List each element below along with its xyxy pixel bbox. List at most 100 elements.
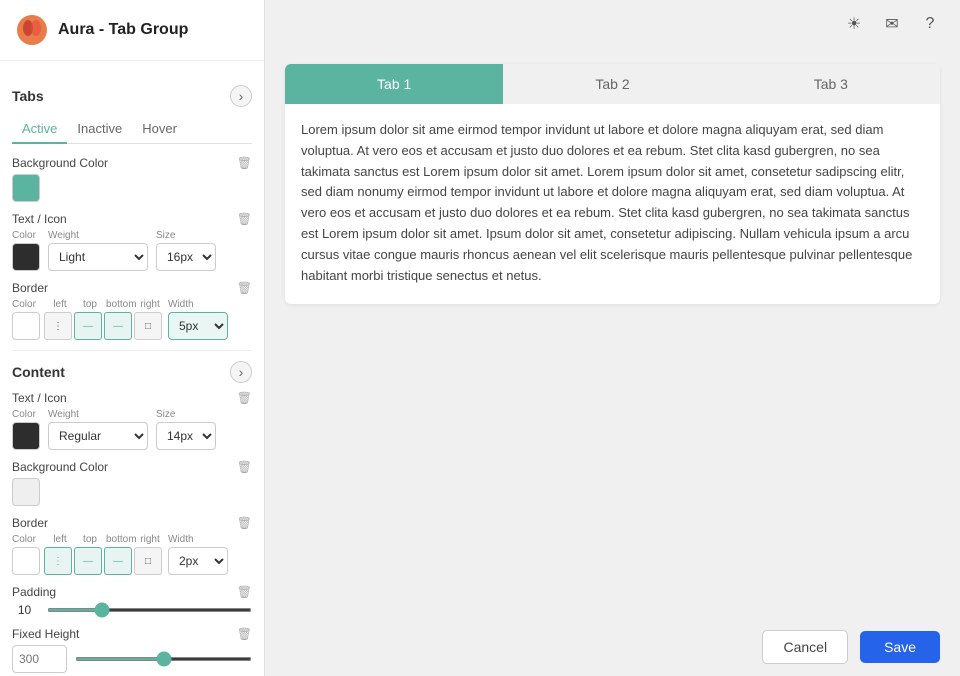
sidebar: Aura - Tab Group Tabs › Active Inactive …	[0, 0, 265, 676]
content-color-sublabel: Color	[12, 409, 40, 420]
content-border-positions: left top bottom right ⋮ ― ― □	[44, 534, 164, 575]
content-collapse-button[interactable]: ›	[230, 361, 252, 383]
content-border-width-sublabel: Width	[168, 534, 228, 545]
active-border-delete[interactable]: 🗑	[237, 281, 252, 295]
content-weight-select[interactable]: Regular Light Medium Bold	[48, 422, 148, 450]
active-border-header: Border 🗑	[12, 281, 252, 295]
active-background-color-row: Background Color 🗑	[12, 156, 252, 202]
section-divider	[12, 350, 252, 351]
preview-tab-2[interactable]: Tab 2	[503, 64, 721, 104]
active-text-color-swatch[interactable]	[12, 243, 40, 271]
active-border-left-btn[interactable]: ⋮	[44, 312, 72, 340]
preview-tab-content: Lorem ipsum dolor sit ame eirmod tempor …	[285, 104, 940, 304]
active-border-width-select[interactable]: 5px 1px 2px 3px 4px	[168, 312, 228, 340]
content-padding-label: Padding	[12, 585, 56, 599]
fixed-height-input[interactable]	[12, 645, 67, 673]
help-icon[interactable]: ?	[916, 10, 944, 38]
content-color-group: Color	[12, 409, 40, 450]
content-label-top: top	[76, 534, 104, 545]
active-border-color-swatch[interactable]	[12, 312, 40, 340]
content-border-bottom-btn[interactable]: ―	[104, 547, 132, 575]
content-padding-row: Padding 🗑 10	[12, 585, 252, 617]
content-text-icon-header: Text / Icon 🗑	[12, 391, 252, 405]
content-fixed-height-row: Fixed Height 🗑	[12, 627, 252, 673]
cancel-button[interactable]: Cancel	[762, 630, 848, 664]
content-border-color-group: Color	[12, 534, 40, 575]
content-border-top-btn[interactable]: ―	[74, 547, 102, 575]
active-text-icon-row: Text / Icon 🗑 Color Weight Light Regular…	[12, 212, 252, 271]
active-size-sublabel: Size	[156, 230, 216, 241]
tab-nav-active[interactable]: Active	[12, 115, 67, 144]
label-bottom: bottom	[106, 299, 134, 310]
padding-controls: 10	[12, 603, 252, 617]
active-size-select[interactable]: 16px 14px 12px 18px	[156, 243, 216, 271]
sidebar-content: Tabs › Active Inactive Hover Background …	[0, 61, 264, 676]
active-border-width-group: Width 5px 1px 2px 3px 4px	[168, 299, 228, 340]
content-bg-color-swatch[interactable]	[12, 478, 40, 506]
content-bg-delete[interactable]: 🗑	[237, 460, 252, 474]
active-border-positions: left top bottom right ⋮ ― ― □	[44, 299, 164, 340]
content-padding-header: Padding 🗑	[12, 585, 252, 599]
content-border-right-btn[interactable]: □	[134, 547, 162, 575]
active-border-bottom-btn[interactable]: ―	[104, 312, 132, 340]
content-weight-group: Weight Regular Light Medium Bold	[48, 409, 148, 450]
tab-group-preview: Tab 1 Tab 2 Tab 3 Lorem ipsum dolor sit …	[285, 64, 940, 304]
label-top: top	[76, 299, 104, 310]
active-border-width-sublabel: Width	[168, 299, 228, 310]
preview-area: Tab 1 Tab 2 Tab 3 Lorem ipsum dolor sit …	[265, 48, 960, 618]
active-border-right-btn[interactable]: □	[134, 312, 162, 340]
tabs-nav: Active Inactive Hover	[12, 115, 252, 144]
active-weight-select[interactable]: Light Regular Medium Bold	[48, 243, 148, 271]
active-bg-delete[interactable]: 🗑	[237, 156, 252, 170]
preview-tabs: Tab 1 Tab 2 Tab 3	[285, 64, 940, 104]
save-button[interactable]: Save	[860, 631, 940, 663]
fixed-height-slider[interactable]	[75, 657, 252, 661]
bottom-bar: Cancel Save	[265, 618, 960, 676]
sun-icon[interactable]: ☀	[840, 10, 868, 38]
app-logo	[16, 14, 48, 46]
tabs-section-header: Tabs ›	[12, 85, 252, 107]
preview-tab-1[interactable]: Tab 1	[285, 64, 503, 104]
active-bg-label: Background Color	[12, 156, 108, 170]
app-title: Aura - Tab Group	[58, 21, 188, 39]
active-text-icon-label: Text / Icon	[12, 212, 67, 226]
content-label-right: right	[136, 534, 164, 545]
active-border-label: Border	[12, 281, 48, 295]
padding-slider[interactable]	[47, 608, 252, 612]
top-bar: ☀ ✉ ?	[265, 0, 960, 48]
content-size-group: Size 14px 12px 16px 18px	[156, 409, 216, 450]
active-color-group: Color	[12, 230, 40, 271]
active-text-icon-controls: Color Weight Light Regular Medium Bold S…	[12, 230, 252, 271]
content-border-delete[interactable]: 🗑	[237, 516, 252, 530]
content-border-width-select[interactable]: 2px 1px 3px 4px 5px	[168, 547, 228, 575]
content-padding-delete[interactable]: 🗑	[237, 585, 252, 599]
active-border-row: Border 🗑 Color left top bottom right	[12, 281, 252, 340]
active-text-icon-delete[interactable]: 🗑	[237, 212, 252, 226]
preview-tab-3[interactable]: Tab 3	[722, 64, 940, 104]
content-size-select[interactable]: 14px 12px 16px 18px	[156, 422, 216, 450]
mail-icon[interactable]: ✉	[878, 10, 906, 38]
active-bg-header: Background Color 🗑	[12, 156, 252, 170]
content-text-icon-delete[interactable]: 🗑	[237, 391, 252, 405]
content-border-width-group: Width 2px 1px 3px 4px 5px	[168, 534, 228, 575]
active-border-color-sublabel: Color	[12, 299, 40, 310]
content-fixed-height-label: Fixed Height	[12, 627, 79, 641]
content-text-color-swatch[interactable]	[12, 422, 40, 450]
content-fixed-height-delete[interactable]: 🗑	[237, 627, 252, 641]
tabs-collapse-button[interactable]: ›	[230, 85, 252, 107]
active-size-group: Size 16px 14px 12px 18px	[156, 230, 216, 271]
sidebar-header: Aura - Tab Group	[0, 0, 264, 61]
active-border-top-btn[interactable]: ―	[74, 312, 102, 340]
content-border-row: Border 🗑 Color left top bottom right	[12, 516, 252, 575]
tab-nav-inactive[interactable]: Inactive	[67, 115, 132, 144]
content-border-color-swatch[interactable]	[12, 547, 40, 575]
tab-nav-hover[interactable]: Hover	[132, 115, 187, 144]
content-label-bottom: bottom	[106, 534, 134, 545]
active-text-icon-header: Text / Icon 🗑	[12, 212, 252, 226]
content-fixed-height-header: Fixed Height 🗑	[12, 627, 252, 641]
active-bg-color-swatch[interactable]	[12, 174, 40, 202]
content-text-icon-controls: Color Weight Regular Light Medium Bold S…	[12, 409, 252, 450]
content-border-left-btn[interactable]: ⋮	[44, 547, 72, 575]
active-border-side-buttons: ⋮ ― ― □	[44, 312, 164, 340]
content-bg-header: Background Color 🗑	[12, 460, 252, 474]
